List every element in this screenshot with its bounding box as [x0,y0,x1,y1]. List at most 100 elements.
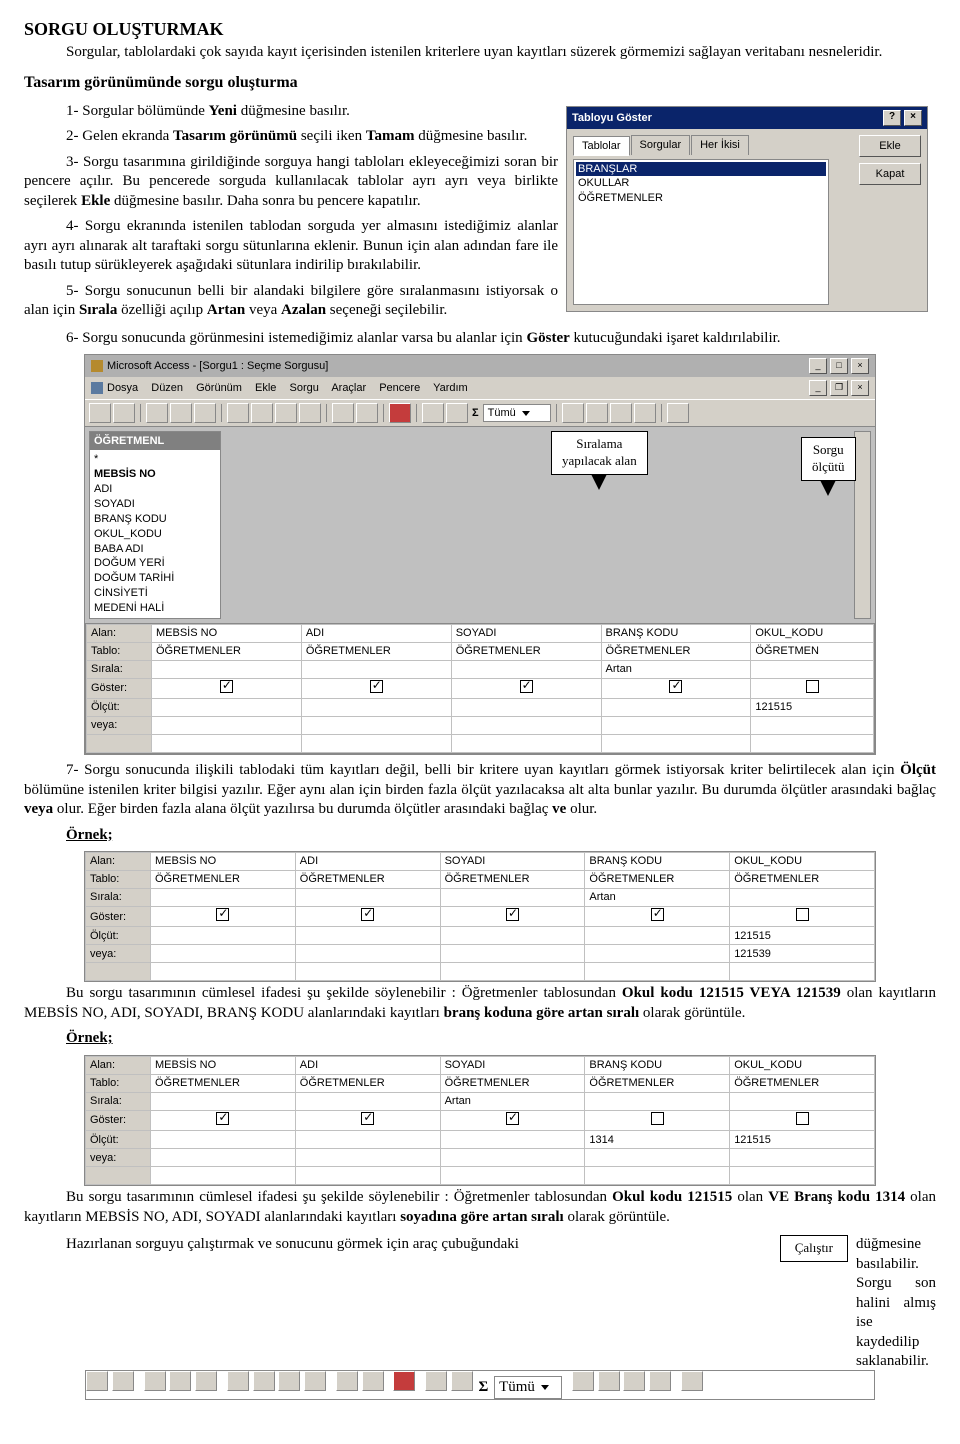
toolbar-btn[interactable] [227,1371,249,1391]
menu-item[interactable]: Pencere [379,382,420,394]
toolbar-btn[interactable] [304,1371,326,1391]
toolbar-btn[interactable] [113,403,135,423]
show-checkbox[interactable] [295,907,440,927]
grid-cell[interactable]: BRANŞ KODU [601,624,751,642]
show-checkbox[interactable] [601,678,751,698]
grid-cell[interactable] [301,660,451,678]
grid-cell[interactable] [152,717,302,735]
show-checkbox[interactable] [151,1110,296,1130]
field-item[interactable]: ADI [94,482,216,497]
toolbar-btn[interactable] [194,403,216,423]
grid-cell[interactable] [301,699,451,717]
field-item[interactable]: DOĞUM YERİ [94,556,216,571]
toolbar-btn[interactable] [169,1371,191,1391]
show-checkbox[interactable] [451,678,601,698]
sigma-icon[interactable]: Σ [477,1379,491,1395]
grid-cell[interactable] [451,699,601,717]
grid-cell[interactable] [295,1131,440,1149]
grid-cell[interactable] [440,1131,585,1149]
toolbar-btn[interactable] [144,1371,166,1391]
grid-cell[interactable]: ÖĞRETMENLER [440,871,585,889]
kapat-button[interactable]: Kapat [859,163,921,185]
menu-item[interactable]: Dosya [107,382,138,394]
menu-item[interactable]: Düzen [151,382,183,394]
grid-cell[interactable] [295,945,440,963]
menu-item[interactable]: Görünüm [196,382,242,394]
grid-cell[interactable] [440,945,585,963]
show-checkbox[interactable] [440,1110,585,1130]
grid-cell[interactable]: 121515 [751,699,874,717]
show-checkbox[interactable] [585,1110,730,1130]
show-checkbox[interactable] [730,1110,875,1130]
grid-cell[interactable]: ÖĞRETMENLER [730,871,875,889]
top-values-combo[interactable]: Tümü [494,1376,562,1400]
grid-cell[interactable]: MEBSİS NO [151,853,296,871]
toolbar-btn[interactable] [356,403,378,423]
toolbar-btn[interactable] [649,1371,671,1391]
grid-cell[interactable]: ÖĞRETMENLER [151,871,296,889]
toolbar-btn[interactable] [332,403,354,423]
show-checkbox[interactable] [440,907,585,927]
grid-cell[interactable]: Artan [601,660,751,678]
grid-cell[interactable]: BRANŞ KODU [585,853,730,871]
grid-cell[interactable] [440,889,585,907]
toolbar-btn[interactable] [586,403,608,423]
field-item[interactable]: BRANŞ KODU [94,512,216,527]
grid-cell[interactable]: ÖĞRETMENLER [151,1074,296,1092]
query-grid[interactable]: Alan: MEBSİS NO ADI SOYADI BRANŞ KODU OK… [86,624,874,753]
grid-cell[interactable]: ÖĞRETMENLER [295,871,440,889]
grid-cell[interactable] [730,889,875,907]
grid-cell[interactable]: ÖĞRETMENLER [301,642,451,660]
list-item[interactable]: OKULLAR [576,176,826,190]
grid-cell[interactable] [301,717,451,735]
minimize-icon[interactable]: _ [809,358,827,374]
grid-cell[interactable]: ÖĞRETMENLER [451,642,601,660]
toolbar-btn[interactable] [667,403,689,423]
list-item[interactable]: BRANŞLAR [576,162,826,176]
scrollbar[interactable] [854,431,871,619]
grid-cell[interactable] [151,1092,296,1110]
close-icon[interactable]: × [851,380,869,396]
grid-cell[interactable]: ÖĞRETMENLER [440,1074,585,1092]
toolbar-btn[interactable] [146,403,168,423]
show-checkbox[interactable] [730,907,875,927]
maximize-icon[interactable]: □ [830,358,848,374]
toolbar-btn[interactable] [251,403,273,423]
show-checkbox[interactable] [151,907,296,927]
show-checkbox[interactable] [301,678,451,698]
grid-cell[interactable]: MEBSİS NO [152,624,302,642]
field-item[interactable]: DOĞUM TARİHİ [94,571,216,586]
tab-tablolar[interactable]: Tablolar [573,136,630,156]
toolbar-btn[interactable] [336,1371,358,1391]
top-values-combo[interactable]: Tümü [483,404,551,422]
toolbar-btn[interactable] [623,1371,645,1391]
table-list[interactable]: BRANŞLAR OKULLAR ÖĞRETMENLER [573,159,829,305]
grid-cell[interactable]: ADI [295,853,440,871]
toolbar-btn[interactable] [278,1371,300,1391]
toolbar-btn[interactable] [425,1371,447,1391]
toolbar-btn[interactable] [681,1371,703,1391]
toolbar-btn[interactable] [451,1371,473,1391]
toolbar-btn[interactable] [112,1371,134,1391]
menu-item[interactable]: Ekle [255,382,276,394]
grid-cell[interactable] [451,717,601,735]
grid-cell[interactable]: Artan [440,1092,585,1110]
grid-cell[interactable]: ÖĞRETMENLER [585,1074,730,1092]
list-item[interactable]: ÖĞRETMENLER [576,191,826,205]
grid-cell[interactable] [152,660,302,678]
run-icon[interactable] [393,1371,415,1391]
grid-cell[interactable]: MEBSİS NO [151,1056,296,1074]
field-list[interactable]: ÖĞRETMENL * MEBSİS NO ADI SOYADI BRANŞ K… [89,431,221,619]
grid-cell[interactable]: 1314 [585,1131,730,1149]
field-item[interactable]: BABA ADI [94,542,216,557]
show-checkbox[interactable] [585,907,730,927]
grid-cell[interactable] [440,927,585,945]
grid-cell[interactable] [601,717,751,735]
grid-cell[interactable]: SOYADI [451,624,601,642]
toolbar-btn[interactable] [422,403,444,423]
field-item[interactable]: CİNSİYETİ [94,586,216,601]
grid-cell[interactable]: ÖĞRETMENLER [585,871,730,889]
toolbar-btn[interactable] [89,403,111,423]
grid-cell[interactable] [151,1131,296,1149]
field-item[interactable]: SOYADI [94,497,216,512]
